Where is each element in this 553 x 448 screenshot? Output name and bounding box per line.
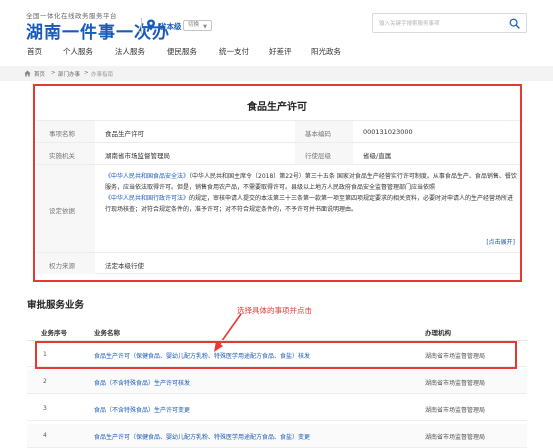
switch-location-button[interactable]: 切换 ▼: [183, 20, 212, 31]
header-name: 业务名称: [94, 329, 120, 337]
services-table-header: 业务序号 业务名称 办理机构: [27, 320, 527, 341]
caret-down-icon: ▼: [203, 24, 207, 30]
nav-convenience-services[interactable]: 便民服务: [167, 46, 197, 57]
table-row[interactable]: 2 食品（不含特殊食品）生产许可核发 湖南省市场监督管理局: [27, 370, 527, 394]
breadcrumb-department[interactable]: 部门办事: [58, 70, 80, 78]
services-section-title: 审批服务业务: [27, 300, 85, 311]
nav-unified-payment[interactable]: 统一支付: [219, 46, 249, 57]
highlight-frame-detail: [33, 84, 522, 282]
breadcrumb-current: 办事指南: [91, 72, 114, 78]
main-nav: 首页 个人服务 法人服务 便民服务 统一支付 好差评 阳光政务: [0, 44, 553, 60]
nav-rating[interactable]: 好差评: [269, 46, 292, 57]
row-number: 3: [43, 405, 47, 412]
header-num: 业务序号: [41, 329, 67, 337]
breadcrumb-home[interactable]: 首页: [34, 70, 45, 78]
table-row[interactable]: 3 食品（不含特殊食品）生产许可变更 湖南省市场监督管理局: [27, 397, 527, 421]
breadcrumb: 首页 > 部门办事 > 办事指南: [0, 66, 553, 81]
site-header: 全国一体化在线政务服务平台 湖南一件事一次办 省本级 切换 ▼ 首页 个人服务 …: [0, 0, 553, 62]
row-number: 4: [43, 432, 47, 439]
nav-corporate-services[interactable]: 法人服务: [115, 46, 145, 57]
nav-open-government[interactable]: 阳光政务: [311, 46, 341, 57]
search-icon[interactable]: [509, 18, 520, 29]
current-location: 省本级: [159, 22, 182, 31]
table-row[interactable]: 4 食品生产许可（保健食品、婴幼儿配方乳粉、特殊医学用途配方食品、食盐）变更 湖…: [27, 424, 527, 448]
search-box[interactable]: [372, 13, 527, 33]
service-org: 湖南省市场监督管理局: [425, 434, 486, 441]
location-pin-icon: [147, 19, 155, 31]
breadcrumb-separator: >: [51, 70, 56, 76]
nav-home[interactable]: 首页: [27, 46, 42, 57]
service-name-link[interactable]: 食品（不含特殊食品）生产许可核发: [94, 378, 190, 387]
search-input[interactable]: [379, 18, 499, 29]
switch-label: 切换: [188, 22, 200, 28]
breadcrumb-separator: >: [84, 70, 89, 76]
header-org: 办理机构: [425, 329, 451, 337]
logo-divider: [141, 18, 142, 34]
row-number: 2: [43, 378, 47, 385]
highlight-frame-row: [35, 341, 517, 369]
service-name-link[interactable]: 食品（不含特殊食品）生产许可变更: [94, 405, 190, 414]
nav-personal-services[interactable]: 个人服务: [63, 46, 93, 57]
service-org: 湖南省市场监督管理局: [425, 380, 486, 387]
service-name-link[interactable]: 食品生产许可（保健食品、婴幼儿配方乳粉、特殊医学用途配方食品、食盐）变更: [94, 432, 310, 441]
home-icon: [24, 70, 31, 77]
service-org: 湖南省市场监督管理局: [425, 407, 486, 414]
